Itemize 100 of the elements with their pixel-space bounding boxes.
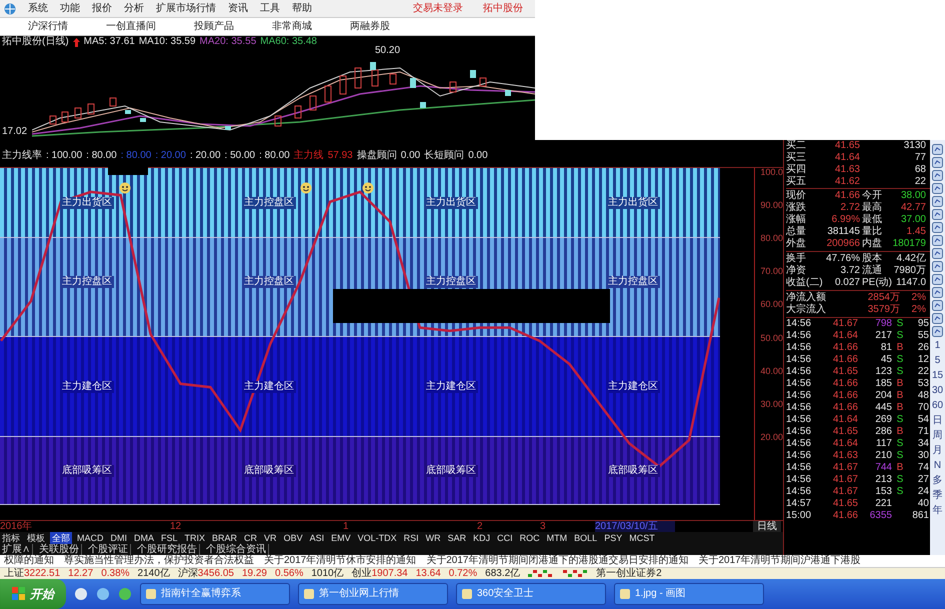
indicator-tab[interactable]: TRIX: [182, 532, 208, 544]
index-name: 上证3222.51: [4, 568, 60, 580]
candle: [410, 78, 416, 88]
period-button[interactable]: 30: [932, 384, 944, 397]
indicator-tab[interactable]: BOLL: [572, 532, 600, 544]
menu-item[interactable]: 资讯: [228, 2, 248, 14]
period-button[interactable]: 5: [934, 354, 940, 367]
tool-icon[interactable]: [932, 170, 943, 181]
indicator-tab[interactable]: RSI: [402, 532, 421, 544]
menu-item[interactable]: 帮助: [292, 2, 312, 14]
indicator-tab[interactable]: FSL: [159, 532, 180, 544]
tick-count: 71: [916, 426, 930, 438]
tool-icon[interactable]: [932, 144, 943, 155]
indicator-tab[interactable]: MACD: [75, 532, 106, 544]
indicator-tab[interactable]: 模板: [25, 532, 47, 544]
tick-time: 14:56: [786, 390, 812, 402]
candle: [274, 116, 282, 126]
tool-icon[interactable]: [932, 209, 943, 220]
menu-item[interactable]: 功能: [60, 2, 80, 14]
stat-label: 流通: [861, 265, 883, 277]
period-button[interactable]: N: [934, 459, 942, 472]
tool-icon[interactable]: [932, 274, 943, 285]
quick-launch-icon[interactable]: [118, 587, 132, 601]
indicator-tab[interactable]: 指标: [0, 532, 22, 544]
candle: [390, 74, 396, 84]
tool-icon[interactable]: [932, 183, 943, 194]
tick-volume: 185: [874, 378, 892, 390]
menu-item[interactable]: 分析: [124, 2, 144, 14]
tool-icon[interactable]: [932, 235, 943, 246]
toolbar-link[interactable]: 投顾产品: [194, 20, 234, 32]
period-button[interactable]: 年: [932, 504, 942, 517]
tool-icon[interactable]: [932, 196, 943, 207]
menu-item[interactable]: 工具: [260, 2, 280, 14]
indicator-tab[interactable]: VR: [262, 532, 279, 544]
period-button[interactable]: 60: [932, 399, 944, 412]
quick-launch-icon[interactable]: [74, 587, 88, 601]
menu-item[interactable]: 报价: [92, 2, 112, 14]
high-price-label: 50.20: [375, 45, 400, 57]
indicator-tab[interactable]: MTM: [544, 532, 570, 544]
tool-icon[interactable]: [932, 157, 943, 168]
period-button[interactable]: 日: [932, 414, 942, 427]
app-icon: [303, 588, 315, 600]
toolbar-link[interactable]: 一创直播间: [106, 20, 156, 32]
low-price-label: 17.02: [2, 126, 28, 138]
candle: [88, 104, 94, 114]
taskbar-button[interactable]: 1.jpg - 画图: [614, 583, 764, 605]
toolbar-link[interactable]: 两融券股: [350, 20, 390, 32]
period-button[interactable]: 多: [932, 474, 942, 487]
period-button[interactable]: 月: [932, 444, 942, 457]
indicator-tab[interactable]: SAR: [446, 532, 468, 544]
taskbar-button[interactable]: 第一创业网上行情: [298, 583, 448, 605]
toolbar-link[interactable]: 非常商城: [272, 20, 312, 32]
tool-icon[interactable]: [932, 326, 943, 337]
tick-time: 14:56: [786, 318, 812, 330]
indicator-tab[interactable]: PSY: [602, 532, 624, 544]
tool-icon[interactable]: [932, 222, 943, 233]
tool-icon[interactable]: [932, 313, 943, 324]
index-percent: 0.56%: [274, 568, 304, 580]
tick-volume: 81: [880, 342, 892, 354]
indicator-tab[interactable]: WR: [424, 532, 443, 544]
period-button[interactable]: 1: [934, 339, 940, 352]
indicator-tab[interactable]: KDJ: [471, 532, 492, 544]
period-button[interactable]: 15: [932, 369, 944, 382]
indicator-tab[interactable]: ASI: [308, 532, 326, 544]
toolbar-link[interactable]: 沪深行情: [28, 20, 68, 32]
tick-time: 14:56: [786, 330, 812, 342]
period-button[interactable]: 季: [932, 489, 942, 502]
indicator-tab[interactable]: CR: [242, 532, 260, 544]
tick-side: S: [896, 354, 904, 365]
candle: [480, 78, 486, 86]
indicator-header-text: 0.00: [468, 150, 488, 162]
menu-item[interactable]: 系统: [28, 2, 48, 14]
zone-label: 底部吸筹区: [606, 464, 660, 476]
broker-name: 第一创业证券2: [596, 568, 662, 580]
tick-volume: 210: [874, 450, 892, 462]
indicator-tab[interactable]: ROC: [518, 532, 542, 544]
tool-icon[interactable]: [932, 300, 943, 311]
indicator-tab[interactable]: VOL-TDX: [356, 532, 399, 544]
start-button[interactable]: 开始: [0, 579, 66, 609]
indicator-tab[interactable]: MCST: [627, 532, 657, 544]
tool-icon[interactable]: [932, 248, 943, 259]
tick-price: 41.66: [832, 510, 858, 522]
period-button[interactable]: 周: [932, 429, 942, 442]
indicator-tab[interactable]: 全部: [50, 532, 72, 544]
indicator-tab[interactable]: DMI: [108, 532, 129, 544]
app-icon: [145, 588, 157, 600]
smiley-icon: [362, 182, 374, 194]
tool-icon[interactable]: [932, 287, 943, 298]
quick-launch-icon[interactable]: [96, 587, 110, 601]
taskbar-button[interactable]: 360安全卫士: [456, 583, 606, 605]
indicator-tab[interactable]: EMV: [329, 532, 353, 544]
indicator-tab[interactable]: BRAR: [210, 532, 240, 544]
indicator-tab[interactable]: OBV: [282, 532, 305, 544]
indicator-tab[interactable]: CCI: [495, 532, 515, 544]
index-amount: 1010亿: [311, 568, 344, 580]
indicator-header-text: 0.00: [400, 150, 420, 162]
taskbar-button[interactable]: 指南针全赢博弈系: [140, 583, 290, 605]
tool-icon[interactable]: [932, 261, 943, 272]
menu-item[interactable]: 扩展市场行情: [156, 2, 216, 14]
indicator-tab[interactable]: DMA: [132, 532, 156, 544]
